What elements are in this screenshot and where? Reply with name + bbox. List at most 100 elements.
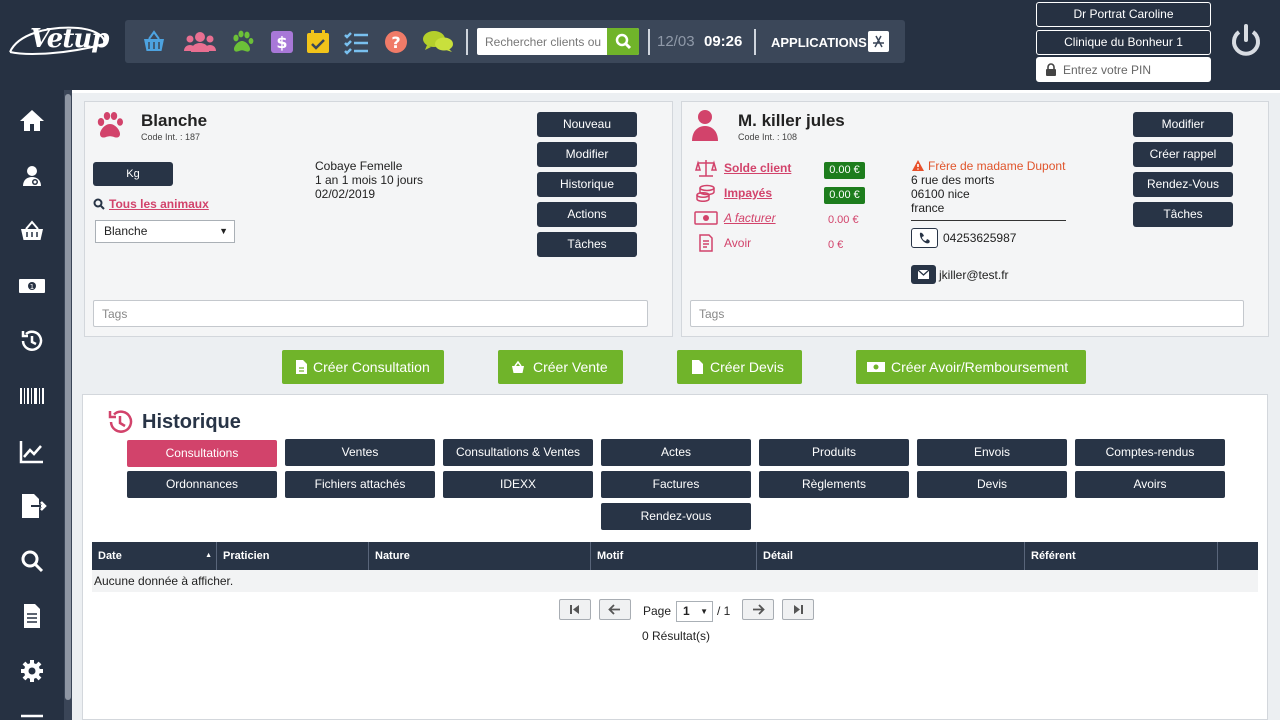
- money-icon: [867, 362, 885, 372]
- toolbar-separator: [754, 29, 756, 55]
- history-icon[interactable]: [15, 324, 49, 358]
- modify-client-button[interactable]: Modifier: [1133, 112, 1233, 137]
- tab-envois[interactable]: Envois: [917, 439, 1067, 466]
- column-date[interactable]: Date ▲: [92, 542, 217, 570]
- settings-icon[interactable]: [15, 654, 49, 688]
- pin-input[interactable]: [1063, 58, 1208, 81]
- email-icon[interactable]: [911, 265, 936, 284]
- basket-icon[interactable]: [140, 28, 168, 56]
- user-icon: [692, 110, 718, 141]
- all-animals-link[interactable]: Tous les animaux: [109, 197, 209, 211]
- applications-button[interactable]: APPLICATIONS: [771, 35, 867, 50]
- barcode-icon[interactable]: [15, 379, 49, 413]
- tab-fichiers[interactable]: Fichiers attachés: [285, 471, 435, 498]
- to-invoice-link[interactable]: A facturer: [724, 211, 776, 225]
- shop-icon[interactable]: [15, 214, 49, 248]
- export-icon[interactable]: [15, 489, 49, 523]
- page-label: Page: [643, 604, 672, 618]
- page-select[interactable]: 1 ▼: [676, 601, 713, 622]
- search-icon: [93, 198, 105, 210]
- animal-tasks-button[interactable]: Tâches: [537, 232, 637, 257]
- phone-icon[interactable]: [911, 228, 938, 248]
- clinic-selector[interactable]: Clinique du Bonheur 1: [1036, 30, 1211, 55]
- weight-button[interactable]: Kg: [93, 162, 173, 186]
- animal-actions-button[interactable]: Actions: [537, 202, 637, 227]
- tab-reglements[interactable]: Règlements: [759, 471, 909, 498]
- modify-animal-button[interactable]: Modifier: [537, 142, 637, 167]
- address-line2: 06100 nice: [911, 187, 970, 201]
- client-tags-input[interactable]: [690, 300, 1244, 327]
- client-email: jkiller@test.fr: [939, 268, 1009, 282]
- client-tasks-button[interactable]: Tâches: [1133, 202, 1233, 227]
- tab-actes[interactable]: Actes: [601, 439, 751, 466]
- first-page-button[interactable]: [559, 599, 591, 620]
- coins-icon: [696, 184, 715, 202]
- more-icon[interactable]: [15, 704, 49, 720]
- tab-avoirs[interactable]: Avoirs: [1075, 471, 1225, 498]
- dollar-icon[interactable]: $: [268, 28, 296, 56]
- column-praticien[interactable]: Praticien: [217, 542, 369, 570]
- tab-produits[interactable]: Produits: [759, 439, 909, 466]
- column-nature[interactable]: Nature: [369, 542, 591, 570]
- search-icon: [615, 33, 632, 50]
- client-icon[interactable]: [15, 159, 49, 193]
- power-icon[interactable]: [1228, 22, 1264, 58]
- search-icon[interactable]: [15, 544, 49, 578]
- search-input[interactable]: [477, 28, 607, 55]
- create-credit-label: Créer Avoir/Remboursement: [891, 359, 1069, 375]
- stats-icon[interactable]: [15, 434, 49, 468]
- empty-table-message: Aucune donnée à afficher.: [92, 570, 1258, 592]
- tab-comptes-rendus[interactable]: Comptes-rendus: [1075, 439, 1225, 466]
- tab-idexx[interactable]: IDEXX: [443, 471, 593, 498]
- practitioner-selector[interactable]: Dr Portrat Caroline: [1036, 2, 1211, 27]
- help-icon[interactable]: ?: [382, 28, 410, 56]
- animal-select-value: Blanche: [104, 224, 148, 238]
- animal-select[interactable]: Blanche ▼: [95, 220, 235, 243]
- tab-ordonnances[interactable]: Ordonnances: [127, 471, 277, 498]
- sidebar-scrollbar[interactable]: [64, 90, 72, 720]
- create-sale-button[interactable]: Créer Vente: [498, 350, 623, 384]
- tab-consultations[interactable]: Consultations: [127, 440, 277, 467]
- home-icon[interactable]: [15, 104, 49, 138]
- next-page-button[interactable]: [742, 599, 774, 620]
- tab-factures[interactable]: Factures: [601, 471, 751, 498]
- cash-icon[interactable]: 1: [15, 269, 49, 303]
- tab-rendez-vous[interactable]: Rendez-vous: [601, 503, 751, 530]
- tab-ventes[interactable]: Ventes: [285, 439, 435, 466]
- checklist-icon[interactable]: [342, 28, 370, 56]
- clients-icon[interactable]: [184, 28, 216, 56]
- history-table-header: Date ▲ Praticien Nature Motif Détail Réfé…: [92, 542, 1258, 570]
- document-icon[interactable]: [15, 599, 49, 633]
- client-balance-link[interactable]: Solde client: [724, 161, 791, 175]
- column-motif[interactable]: Motif: [591, 542, 757, 570]
- create-reminder-button[interactable]: Créer rappel: [1133, 142, 1233, 167]
- prev-page-button[interactable]: [599, 599, 631, 620]
- create-consultation-button[interactable]: Créer Consultation: [282, 350, 444, 384]
- money-icon: [694, 211, 718, 225]
- animal-tags-input[interactable]: [93, 300, 648, 327]
- search-button[interactable]: [607, 28, 639, 55]
- tab-consultations-ventes[interactable]: Consultations & Ventes: [443, 439, 593, 466]
- chat-icon[interactable]: [422, 28, 454, 56]
- unpaid-link[interactable]: Impayés: [724, 186, 772, 200]
- animal-name: Blanche: [141, 111, 208, 130]
- create-quote-button[interactable]: Créer Devis: [677, 350, 802, 384]
- tab-devis[interactable]: Devis: [917, 471, 1067, 498]
- sort-asc-icon: ▲: [205, 552, 212, 559]
- column-detail[interactable]: Détail: [757, 542, 1025, 570]
- app-store-icon[interactable]: [868, 31, 889, 52]
- file-icon: [692, 360, 703, 374]
- file-icon: [296, 360, 307, 374]
- client-phone: 04253625987: [943, 231, 1017, 245]
- calendar-icon[interactable]: [304, 28, 332, 56]
- new-animal-button[interactable]: Nouveau: [537, 112, 637, 137]
- last-page-button[interactable]: [782, 599, 814, 620]
- animal-history-button[interactable]: Historique: [537, 172, 637, 197]
- paw-icon: [97, 112, 123, 138]
- warning-icon: [912, 160, 924, 171]
- column-referent[interactable]: Référent: [1025, 542, 1218, 570]
- vetup-logo[interactable]: Vetup: [8, 22, 109, 62]
- paw-icon[interactable]: [228, 28, 256, 56]
- appointment-button[interactable]: Rendez-Vous: [1133, 172, 1233, 197]
- create-credit-button[interactable]: Créer Avoir/Remboursement: [856, 350, 1086, 384]
